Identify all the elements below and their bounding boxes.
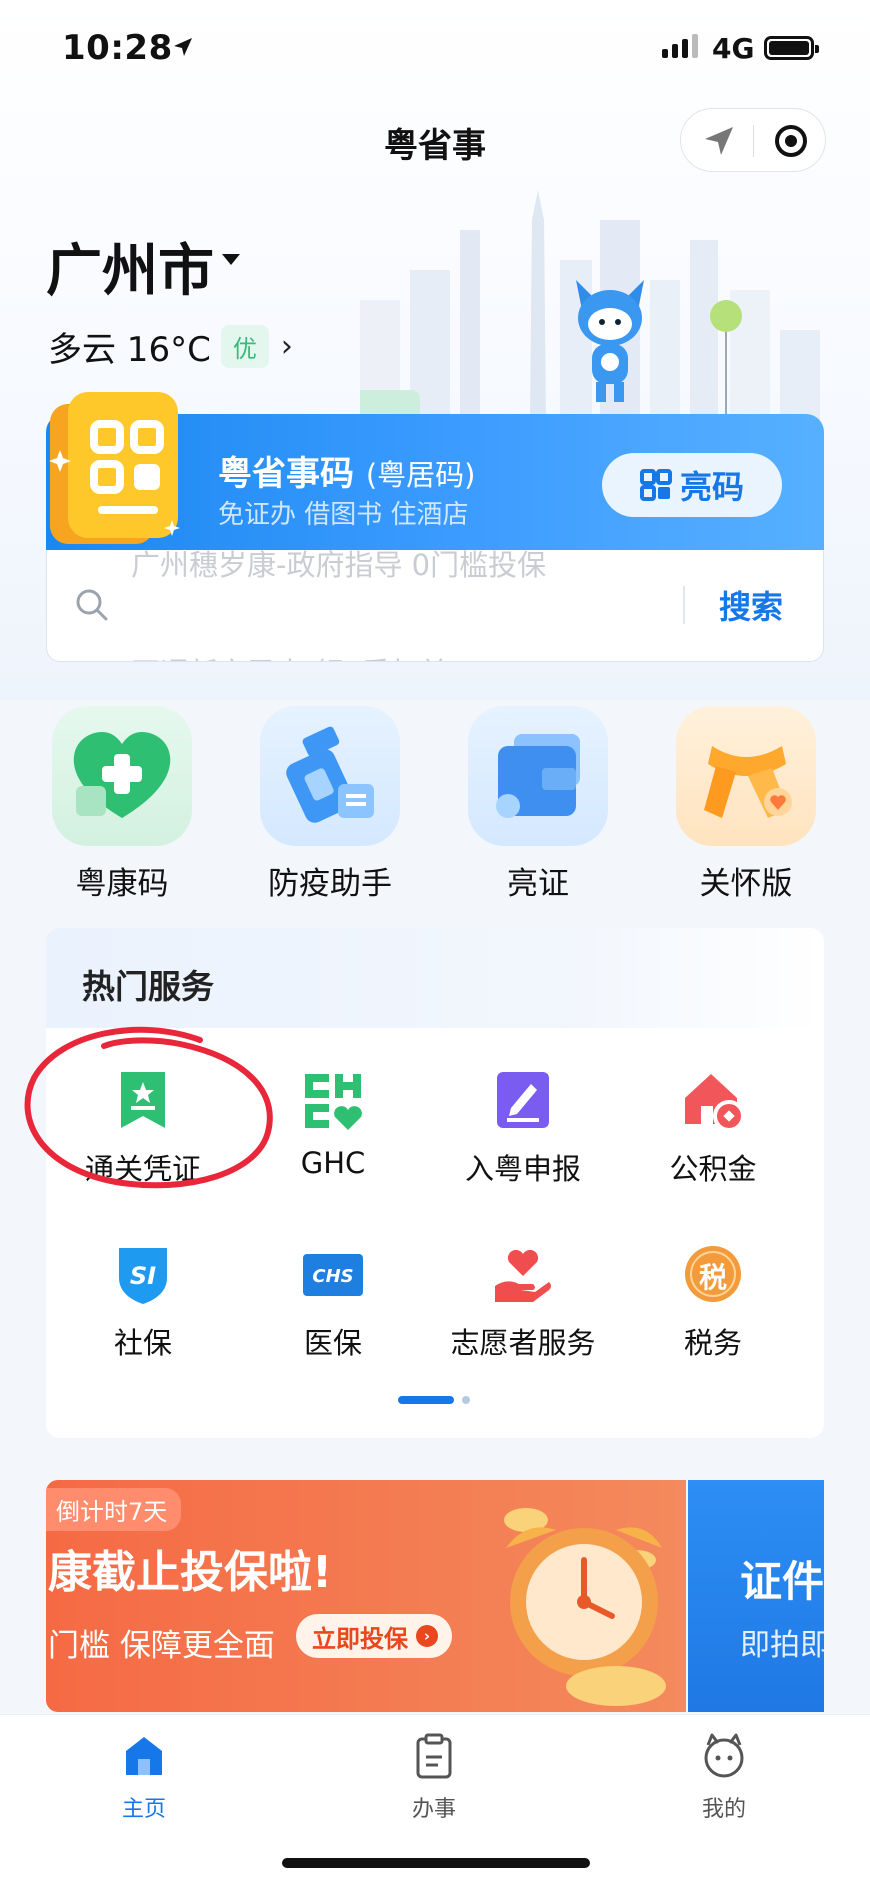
code-title-sub: (粤居码) [365, 458, 476, 492]
quick-entry-care-mode[interactable]: 关怀版 [676, 706, 816, 903]
quick-entry-label: 防疫助手 [268, 866, 392, 902]
page-dot [462, 1396, 470, 1404]
countdown-badge: 倒计时7天 [46, 1488, 182, 1531]
sanitizer-icon [260, 706, 400, 846]
red-circle-annotation [24, 1026, 273, 1189]
battery-icon [764, 36, 819, 60]
declare-icon [491, 1068, 555, 1132]
tab-mine[interactable]: 我的 [664, 1731, 784, 1823]
medical-insurance-icon: CHS [301, 1242, 365, 1306]
tab-label: 我的 [701, 1797, 746, 1822]
weather-info[interactable]: 多云 16°C 优 › [48, 322, 293, 371]
service-label: 税务 [683, 1326, 742, 1360]
service-tax[interactable]: 税 税务 [618, 1242, 808, 1362]
service-label: 社保 [113, 1326, 172, 1360]
network-type: 4G [712, 32, 755, 65]
home-icon [126, 1737, 162, 1775]
show-code-label: 亮码 [679, 468, 744, 506]
search-ticker-next: 开通新市民卡 领5重权益 [131, 650, 449, 661]
search-button[interactable]: 搜索 [719, 582, 783, 628]
social-security-icon: SI [111, 1242, 175, 1306]
service-label: 医保 [303, 1326, 362, 1360]
status-time: 10:28 [62, 28, 173, 68]
arrow-right-icon: › [416, 1625, 438, 1647]
insurance-banner[interactable]: 倒计时7天 康截止投保啦! 门槛 保障更全面 立即投保 › [46, 1480, 686, 1712]
service-social-security[interactable]: SI 社保 [48, 1242, 238, 1362]
search-icon [76, 589, 108, 621]
insure-now-button[interactable]: 立即投保 › [296, 1614, 452, 1658]
close-target-icon[interactable] [773, 123, 809, 159]
status-bar: 10:28 4G [0, 0, 870, 100]
weather-text: 多云 16°C [48, 330, 211, 370]
chevron-right-icon: › [280, 329, 293, 364]
scarf-icon [676, 706, 816, 846]
quick-entry-health-code[interactable]: 粤康码 [52, 706, 192, 903]
tab-services[interactable]: 办事 [374, 1731, 494, 1823]
svg-text:CHS: CHS [312, 1266, 353, 1287]
location-arrow-icon [174, 38, 192, 56]
service-label: 公积金 [669, 1152, 757, 1186]
code-card-description: 免证办 借图书 住酒店 [218, 500, 469, 530]
page-dot-active [398, 1396, 454, 1404]
capsule-divider [753, 125, 754, 157]
code-card-title: 粤省事码 (粤居码) [218, 446, 475, 495]
home-indicator [282, 1858, 590, 1868]
clipboard-icon [416, 1733, 452, 1779]
banner-subtitle: 即拍即 [740, 1628, 824, 1663]
signal-icon [662, 34, 698, 58]
banner-title: 证件 [740, 1557, 824, 1606]
service-label: 入粤申报 [464, 1152, 581, 1186]
air-quality-badge: 优 [220, 325, 269, 368]
service-housing-fund[interactable]: 公积金 [618, 1068, 808, 1188]
code-title-main: 粤省事码 [218, 454, 354, 494]
banner-subtitle: 门槛 保障更全面 [48, 1628, 275, 1664]
service-label: 志愿者服务 [450, 1326, 596, 1360]
service-entry-declaration[interactable]: 入粤申报 [428, 1068, 618, 1188]
banner-title: 康截止投保啦! [48, 1547, 333, 1598]
quick-entry-label: 亮证 [507, 866, 569, 902]
tab-home[interactable]: 主页 [84, 1731, 204, 1823]
svg-text:SI: SI [130, 1262, 156, 1290]
mini-program-capsule [680, 108, 826, 172]
tab-label: 办事 [411, 1797, 456, 1822]
housing-fund-icon [681, 1068, 745, 1132]
city-skyline-illustration [360, 190, 820, 420]
insure-now-label: 立即投保 [312, 1624, 408, 1653]
alarm-clock-illustration [504, 1508, 666, 1706]
health-heart-icon [52, 706, 192, 846]
id-card-icon [468, 706, 608, 846]
qr-grid-icon [639, 469, 672, 501]
city-selector[interactable]: 广州市 [46, 226, 214, 307]
tab-label: 主页 [121, 1797, 166, 1822]
quick-entry-label: 关怀版 [699, 866, 793, 902]
page-indicator [398, 1396, 470, 1404]
search-input[interactable] [123, 578, 623, 630]
quick-entry-epidemic-assistant[interactable]: 防疫助手 [260, 706, 400, 903]
service-medical-insurance[interactable]: CHS 医保 [238, 1242, 428, 1362]
search-box[interactable]: 广州穗岁康-政府指导 0门槛投保 开通新市民卡 领5重权益 搜索 [46, 550, 824, 662]
show-code-button[interactable]: 亮码 [602, 453, 782, 517]
volunteer-icon [491, 1242, 555, 1306]
hot-services-title: 热门服务 [82, 967, 214, 1006]
tax-icon: 税 [681, 1242, 745, 1306]
mascot-face-icon [704, 1733, 744, 1778]
search-divider [683, 586, 685, 624]
id-photo-banner[interactable]: 证件 即拍即 [688, 1480, 824, 1712]
navigation-icon[interactable] [701, 123, 737, 159]
quick-entry-show-id[interactable]: 亮证 [468, 706, 608, 903]
qr-code-badge-icon [49, 392, 180, 544]
service-volunteer[interactable]: 志愿者服务 [428, 1242, 618, 1362]
tax-glyph: 税 [698, 1261, 727, 1294]
quick-entry-label: 粤康码 [75, 866, 169, 902]
ghc-icon [301, 1068, 365, 1132]
caret-down-icon[interactable] [222, 254, 240, 265]
